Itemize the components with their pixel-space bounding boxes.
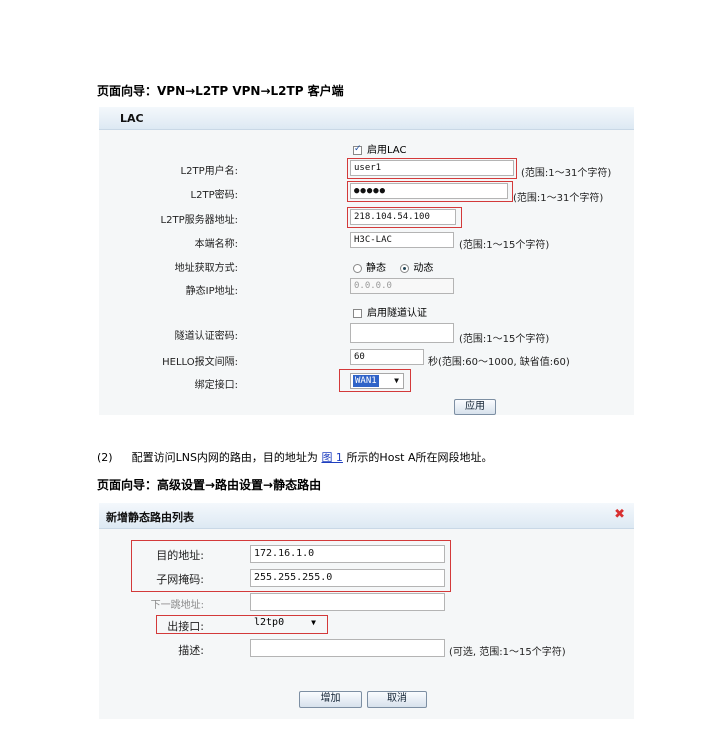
step-instruction: (2) 配置访问LNS内网的路由，目的地址为 图 1 所示的Host A所在网段… [97, 449, 493, 465]
static-ip-label: 静态IP地址: [185, 286, 238, 297]
nav-path-vpn: 页面向导：VPN→L2TP VPN→L2TP 客户端 [97, 84, 344, 98]
nav-path-route: 页面向导：高级设置→路由设置→静态路由 [97, 478, 322, 492]
radio-dynamic[interactable] [400, 263, 410, 273]
bind-interface-label: 绑定接口: [194, 380, 238, 391]
radio-static[interactable] [353, 263, 362, 273]
next-hop-input[interactable] [250, 593, 445, 611]
step-text-after: 所示的Host A所在网段地址。 [346, 451, 493, 464]
radio-dynamic-label: 动态 [413, 263, 434, 274]
description-range-hint: (可选, 范围:1～15个字符) [449, 647, 566, 658]
l2tp-password-label: L2TP密码: [190, 190, 238, 201]
description-label: 描述: [178, 644, 204, 657]
lac-panel: LAC 启用LAC L2TP用户名: user1 (范围:1～31个字符) L2… [99, 107, 634, 415]
dest-address-label: 目的地址: [156, 549, 204, 562]
l2tp-server-label: L2TP服务器地址: [160, 215, 238, 226]
lac-panel-title: LAC [120, 112, 144, 125]
tunnel-password-label: 隧道认证密码: [174, 331, 238, 342]
route-panel-title: 新增静态路由列表 [106, 511, 194, 524]
l2tp-username-input[interactable]: user1 [350, 160, 514, 176]
bind-interface-value: WAN1 [353, 375, 379, 387]
password-range-hint: (范围:1～31个字符) [513, 193, 604, 204]
out-interface-select[interactable]: l2tp0 ▼ [250, 616, 322, 632]
hello-interval-input[interactable]: 60 [350, 349, 424, 365]
bind-interface-select[interactable]: WAN1 ▼ [350, 373, 404, 389]
dest-address-input[interactable]: 172.16.1.0 [250, 545, 445, 563]
close-icon[interactable]: ✖ [614, 507, 625, 522]
enable-lac-checkbox[interactable] [353, 144, 362, 155]
enable-lac-row: 启用LAC [353, 141, 406, 156]
username-range-hint: (范围:1～31个字符) [521, 168, 612, 179]
tunnel-auth-row: 启用隧道认证 [353, 304, 427, 319]
hello-interval-hint: 秒(范围:60～1000, 缺省值:60) [428, 357, 570, 368]
chevron-down-icon: ▼ [311, 618, 316, 627]
description-input[interactable] [250, 639, 445, 657]
step-text-before: 配置访问LNS内网的路由，目的地址为 [131, 451, 318, 464]
static-ip-input[interactable]: 0.0.0.0 [350, 278, 454, 294]
radio-static-label: 静态 [366, 263, 386, 274]
next-hop-label: 下一跳地址: [150, 600, 204, 611]
local-name-range-hint: (范围:1～15个字符) [459, 240, 550, 251]
enable-lac-label: 启用LAC [367, 145, 407, 156]
out-interface-label: 出接口: [167, 620, 204, 633]
local-name-label: 本端名称: [194, 239, 238, 250]
subnet-mask-label: 子网掩码: [156, 573, 204, 586]
step-number: (2) [97, 451, 113, 464]
local-name-input[interactable]: H3C-LAC [350, 232, 454, 248]
tunnel-password-input[interactable] [350, 323, 454, 343]
tunnel-auth-label: 启用隧道认证 [367, 308, 427, 319]
l2tp-username-label: L2TP用户名: [180, 166, 238, 177]
address-mode-group: 静态 动态 [353, 259, 433, 274]
tunnel-auth-checkbox[interactable] [353, 308, 362, 318]
out-interface-value: l2tp0 [254, 617, 285, 628]
tunnel-password-range-hint: (范围:1～15个字符) [459, 334, 550, 345]
l2tp-password-input[interactable]: ●●●●● [350, 183, 508, 199]
l2tp-server-input[interactable]: 218.104.54.100 [350, 209, 456, 225]
apply-button[interactable]: 应用 [454, 399, 496, 415]
figure-link[interactable]: 图 1 [321, 451, 343, 464]
lac-panel-header [99, 107, 634, 130]
add-button[interactable]: 增加 [299, 691, 362, 708]
address-mode-label: 地址获取方式: [174, 263, 238, 274]
hello-interval-label: HELLO报文间隔: [162, 357, 238, 368]
cancel-button[interactable]: 取消 [367, 691, 427, 708]
static-route-panel: 新增静态路由列表 ✖ 目的地址: 172.16.1.0 子网掩码: 255.25… [99, 503, 634, 719]
subnet-mask-input[interactable]: 255.255.255.0 [250, 569, 445, 587]
chevron-down-icon: ▼ [394, 376, 399, 385]
